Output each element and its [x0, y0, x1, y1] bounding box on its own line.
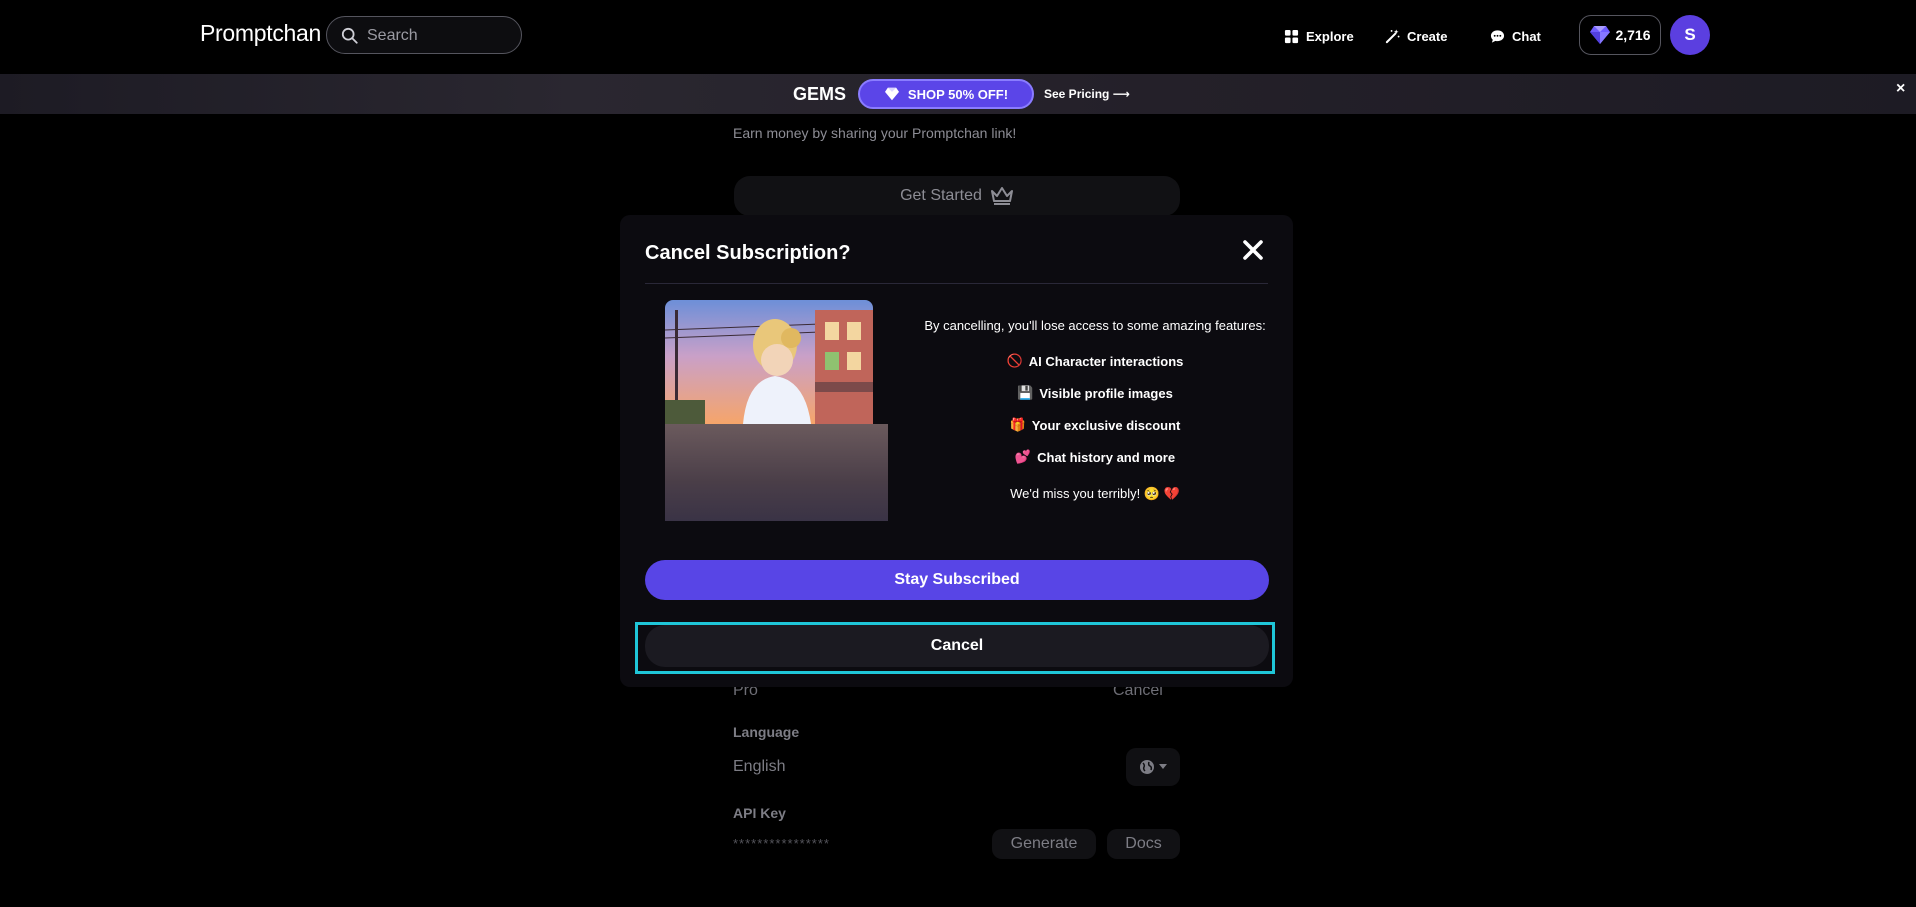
logo[interactable]: Promptchan: [200, 20, 321, 47]
see-pricing-link[interactable]: See Pricing ⟶: [1044, 87, 1130, 101]
gems-balance-button[interactable]: 2,716: [1579, 15, 1661, 55]
search-input[interactable]: Search: [367, 27, 418, 45]
feature-label: AI Character interactions: [1028, 353, 1184, 369]
cancel-subscription-modal: Cancel Subscription? By cancelling, you'…: [620, 215, 1293, 687]
feature-label: Chat history and more: [1037, 449, 1176, 465]
nav-chat[interactable]: Chat: [1490, 26, 1541, 46]
miss-you-text: We'd miss you terribly! 🥺 💔: [1010, 486, 1180, 501]
language-dropdown[interactable]: [1126, 748, 1180, 786]
shop-sale-label: SHOP 50% OFF!: [907, 86, 1009, 102]
search-icon: [341, 27, 358, 44]
api-key-label: API Key: [733, 805, 786, 821]
nav-explore-label: Explore: [1306, 28, 1354, 44]
feature-item: 💾 Visible profile images: [910, 385, 1280, 401]
floppy-disk-icon: 💾: [1017, 385, 1034, 400]
banner-close-button[interactable]: ×: [1896, 80, 1905, 98]
close-icon[interactable]: [1240, 237, 1266, 263]
earn-text: Earn money by sharing your Promptchan li…: [733, 125, 1017, 141]
language-value: English: [733, 758, 786, 775]
magic-wand-icon: [1385, 28, 1400, 43]
diamond-icon: [884, 87, 899, 101]
crown-icon: [990, 187, 1013, 205]
search-box[interactable]: Search: [326, 16, 522, 54]
get-started-button[interactable]: Get Started: [734, 176, 1180, 216]
feature-label: Your exclusive discount: [1031, 417, 1181, 433]
avatar[interactable]: S: [1670, 15, 1710, 55]
prohibited-icon: 🚫: [1006, 353, 1023, 368]
globe-icon: [1140, 760, 1154, 774]
nav-create[interactable]: Create: [1385, 26, 1447, 46]
cancel-subscription-button[interactable]: Cancel: [645, 625, 1269, 667]
blurred-image-overlay: [665, 424, 888, 521]
stay-subscribed-button[interactable]: Stay Subscribed: [645, 560, 1269, 600]
chat-bubble-icon: [1490, 29, 1505, 43]
nav-chat-label: Chat: [1512, 28, 1541, 44]
grid-icon: [1284, 29, 1299, 43]
language-label: Language: [733, 724, 800, 740]
feature-item: 💕 Chat history and more: [910, 449, 1280, 465]
api-key-value: ****************: [733, 836, 830, 851]
gift-icon: 🎁: [1009, 417, 1026, 432]
generate-button[interactable]: Generate: [992, 829, 1096, 859]
chevron-down-icon: [1159, 764, 1167, 769]
feature-item: 🚫 AI Character interactions: [910, 353, 1280, 369]
character-illustration: [665, 300, 873, 424]
get-started-label: Get Started: [900, 187, 982, 204]
gems-count: 2,716: [1615, 27, 1651, 43]
two-hearts-icon: 💕: [1014, 449, 1032, 464]
modal-intro-text: By cancelling, you'll lose access to som…: [924, 318, 1266, 333]
shop-sale-button[interactable]: SHOP 50% OFF!: [858, 79, 1034, 109]
docs-button[interactable]: Docs: [1107, 829, 1180, 859]
banner-title: GEMS: [793, 84, 847, 104]
modal-divider: [645, 283, 1268, 284]
promo-banner: GEMS SHOP 50% OFF! See Pricing ⟶ ×: [0, 74, 1916, 114]
nav-explore[interactable]: Explore: [1284, 26, 1354, 46]
modal-title: Cancel Subscription?: [645, 242, 851, 264]
top-navbar: Promptchan Search Explore Create Chat 2,…: [0, 0, 1916, 74]
diamond-icon: [1590, 26, 1611, 44]
nav-create-label: Create: [1407, 28, 1448, 44]
feature-item: 🎁 Your exclusive discount: [910, 417, 1280, 433]
feature-label: Visible profile images: [1039, 385, 1173, 401]
